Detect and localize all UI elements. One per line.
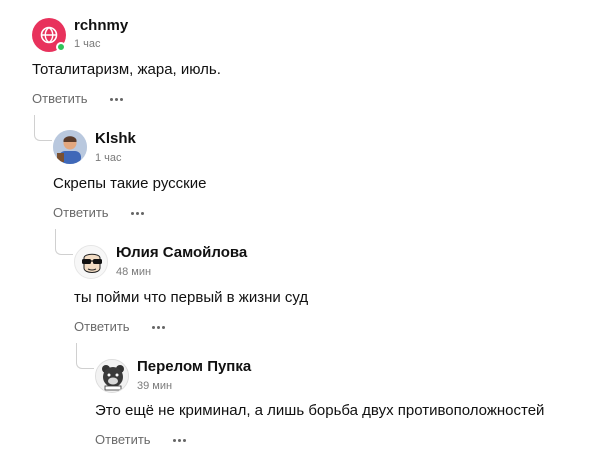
reply-button[interactable]: Ответить: [53, 205, 109, 221]
more-options-button[interactable]: [108, 94, 124, 104]
comment-text: Это ещё не криминал, а лишь борьба двух …: [95, 402, 545, 419]
dot: [156, 325, 160, 329]
dot: [140, 211, 144, 215]
cool-face-sunglasses-icon: [75, 246, 107, 278]
dot: [172, 438, 176, 442]
comments-thread: rchnmy 1 час Тоталитаризм, жара, июль. О…: [0, 0, 604, 466]
dot: [109, 97, 113, 101]
comment-text: Тоталитаризм, жара, июль.: [32, 61, 221, 78]
reply-button[interactable]: Ответить: [95, 432, 151, 448]
comment-text: ты пойми что первый в жизни суд: [74, 289, 309, 306]
more-options-button[interactable]: [129, 208, 145, 218]
bear-icon: [96, 360, 128, 392]
dot: [151, 325, 155, 329]
more-options-button[interactable]: [150, 322, 166, 332]
dot: [130, 211, 134, 215]
comment-time: 48 мин: [116, 266, 152, 278]
avatar[interactable]: [53, 130, 87, 164]
more-options-button[interactable]: [171, 435, 187, 445]
online-status-dot: [56, 42, 66, 52]
comment-time: 39 мин: [137, 380, 173, 392]
user-photo-icon: [53, 130, 87, 164]
dot: [182, 438, 186, 442]
comment-text: Скрепы такие русские: [53, 175, 207, 192]
comment-author[interactable]: Перелом Пупка: [137, 358, 251, 376]
dot: [161, 325, 165, 329]
comment-author[interactable]: Klshk: [95, 130, 136, 148]
comment-time: 1 час: [74, 38, 101, 50]
comment: Перелом Пупка 39 мин Это ещё не криминал…: [0, 343, 604, 466]
avatar[interactable]: [74, 245, 108, 279]
reply-button[interactable]: Ответить: [74, 319, 130, 335]
avatar[interactable]: [95, 359, 129, 393]
comment: Klshk 1 час Скрепы такие русские Ответит…: [0, 115, 604, 230]
dot: [119, 97, 123, 101]
comment-time: 1 час: [95, 152, 122, 164]
dot: [177, 438, 181, 442]
comment-author[interactable]: Юлия Самойлова: [116, 244, 247, 262]
reply-button[interactable]: Ответить: [32, 91, 88, 107]
dot: [135, 211, 139, 215]
dot: [114, 97, 118, 101]
comment-author[interactable]: rchnmy: [74, 17, 128, 35]
comment: Юлия Самойлова 48 мин ты пойми что первы…: [0, 229, 604, 344]
comment: rchnmy 1 час Тоталитаризм, жара, июль. О…: [0, 0, 604, 115]
